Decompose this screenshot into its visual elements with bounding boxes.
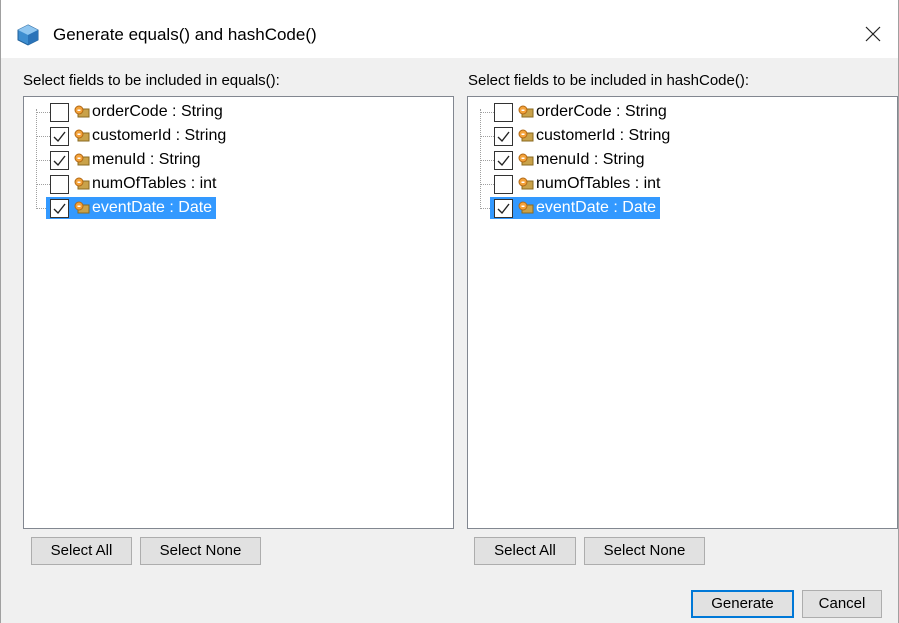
equals-select-none-button[interactable]: Select None <box>140 537 261 565</box>
equals-field-checkbox[interactable] <box>50 103 69 122</box>
hashcode-field-tree[interactable]: orderCode : String customerId : String men… <box>467 96 898 529</box>
equals-field-label: numOfTables : int <box>92 175 217 192</box>
checkmark-icon <box>53 203 66 215</box>
equals-field-label: orderCode : String <box>92 103 223 120</box>
equals-field-row[interactable]: eventDate : Date <box>24 197 453 221</box>
hashcode-field-row[interactable]: numOfTables : int <box>468 173 897 197</box>
field-icon <box>518 129 534 143</box>
hashcode-field-checkbox[interactable] <box>494 199 513 218</box>
equals-field-row[interactable]: orderCode : String <box>24 101 453 125</box>
checkmark-icon <box>497 155 510 167</box>
tree-branch-line <box>36 160 50 161</box>
hashcode-select-none-button[interactable]: Select None <box>584 537 705 565</box>
equals-field-checkbox[interactable] <box>50 151 69 170</box>
hashcode-field-label: eventDate : Date <box>536 199 657 216</box>
field-icon <box>518 177 534 191</box>
hashcode-field-checkbox[interactable] <box>494 151 513 170</box>
hashcode-field-label: orderCode : String <box>536 103 667 120</box>
tree-branch-line <box>36 112 50 113</box>
hashcode-field-checkbox[interactable] <box>494 103 513 122</box>
tree-branch-line <box>480 136 494 137</box>
equals-field-checkbox[interactable] <box>50 127 69 146</box>
field-icon <box>518 153 534 167</box>
hashcode-field-checkbox[interactable] <box>494 175 513 194</box>
tree-branch-line <box>480 184 494 185</box>
tree-branch-line <box>480 160 494 161</box>
equals-field-checkbox[interactable] <box>50 199 69 218</box>
equals-select-all-button[interactable]: Select All <box>31 537 132 565</box>
close-button[interactable] <box>852 14 896 54</box>
title-bar: Generate equals() and hashCode() <box>1 0 898 58</box>
field-icon <box>74 177 90 191</box>
hashcode-field-label: customerId : String <box>536 127 671 144</box>
equals-field-label: eventDate : Date <box>92 199 213 216</box>
field-icon <box>518 105 534 119</box>
hashcode-panel-label: Select fields to be included in hashCode… <box>468 72 750 89</box>
equals-field-label: menuId : String <box>92 151 201 168</box>
netbeans-cube-icon <box>17 24 39 46</box>
hashcode-field-label: menuId : String <box>536 151 645 168</box>
field-icon <box>74 153 90 167</box>
field-icon <box>518 201 534 215</box>
hashcode-field-row[interactable]: eventDate : Date <box>468 197 897 221</box>
equals-field-row[interactable]: menuId : String <box>24 149 453 173</box>
field-icon <box>74 201 90 215</box>
hashcode-field-row[interactable]: menuId : String <box>468 149 897 173</box>
equals-field-row[interactable]: customerId : String <box>24 125 453 149</box>
checkmark-icon <box>497 131 510 143</box>
hashcode-field-label: numOfTables : int <box>536 175 661 192</box>
hashcode-field-checkbox[interactable] <box>494 127 513 146</box>
hashcode-select-all-button[interactable]: Select All <box>474 537 576 565</box>
equals-field-row[interactable]: numOfTables : int <box>24 173 453 197</box>
tree-branch-line <box>480 112 494 113</box>
close-icon <box>865 26 881 42</box>
checkmark-icon <box>497 203 510 215</box>
dialog-title: Generate equals() and hashCode() <box>53 25 317 44</box>
tree-branch-line <box>36 184 50 185</box>
checkmark-icon <box>53 155 66 167</box>
hashcode-field-row[interactable]: orderCode : String <box>468 101 897 125</box>
equals-panel-label: Select fields to be included in equals()… <box>23 72 280 89</box>
hashcode-field-row[interactable]: customerId : String <box>468 125 897 149</box>
cancel-button[interactable]: Cancel <box>802 590 882 618</box>
checkmark-icon <box>53 131 66 143</box>
equals-field-tree[interactable]: orderCode : String customerId : String men… <box>23 96 454 529</box>
tree-branch-line <box>36 136 50 137</box>
generate-dialog: Generate equals() and hashCode() Select … <box>0 0 899 623</box>
field-icon <box>74 105 90 119</box>
equals-field-checkbox[interactable] <box>50 175 69 194</box>
field-icon <box>74 129 90 143</box>
generate-button[interactable]: Generate <box>691 590 794 618</box>
equals-field-label: customerId : String <box>92 127 227 144</box>
